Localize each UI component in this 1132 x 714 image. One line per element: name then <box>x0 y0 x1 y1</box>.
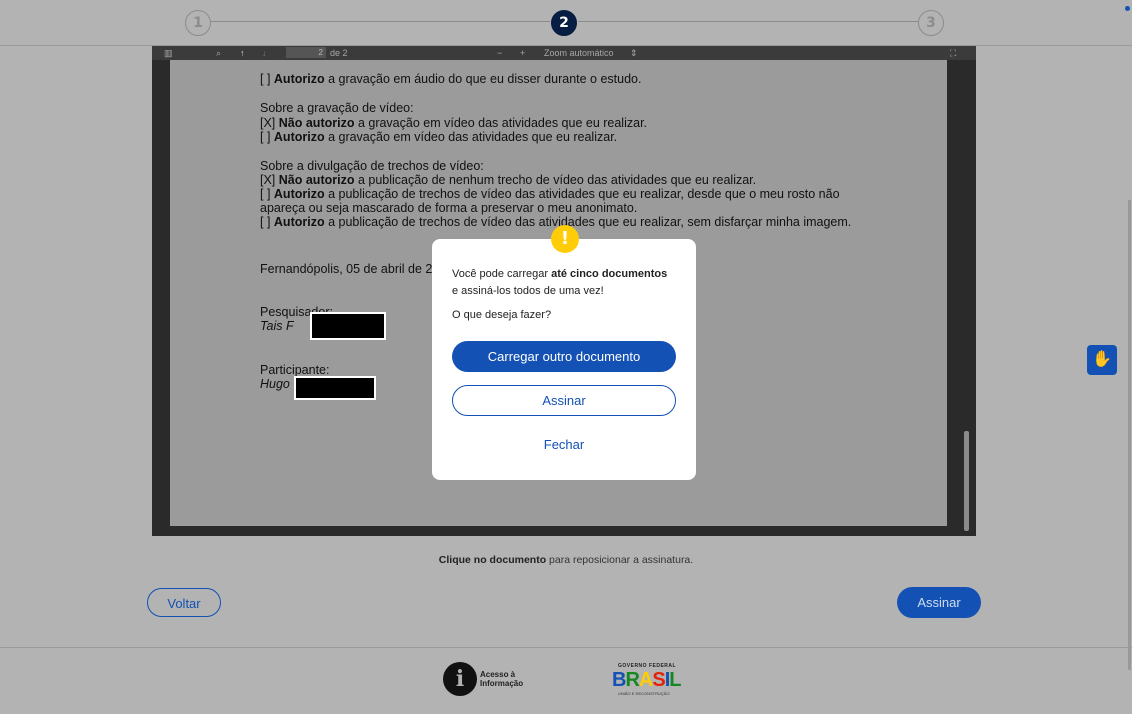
clips-masked-line-2: apareça ou seja mascarado de forma a pre… <box>260 201 638 215</box>
upload-more-dialog: Você pode carregar até cinco documentos … <box>432 239 696 480</box>
arrow-down-icon[interactable]: ↓ <box>262 47 267 59</box>
sidebar-toggle-icon[interactable]: ▥ <box>164 47 173 59</box>
dialog-sign-button[interactable]: Assinar <box>452 385 676 416</box>
brasil-logo[interactable]: BRASIL <box>612 670 682 690</box>
acesso-informacao-label[interactable]: Acesso à Informação <box>480 670 523 688</box>
video-heading: Sobre a gravação de vídeo: <box>260 101 414 115</box>
edge-indicator <box>1125 6 1130 11</box>
participant-label: Participante: <box>260 363 330 377</box>
upload-another-document-button[interactable]: Carregar outro documento <box>452 341 676 372</box>
pdf-toolbar: ▥ ⌕ ↑ ↓ 2 de 2 − + Zoom automático ⇕ ⛶ <box>152 46 976 60</box>
place-date: Fernandópolis, 05 de abril de 2 <box>260 262 433 276</box>
step-1: 1 <box>185 10 211 36</box>
redaction-box-participant <box>294 376 376 400</box>
dialog-question: O que deseja fazer? <box>452 309 552 321</box>
step-connector-2-3 <box>578 21 918 22</box>
search-icon[interactable]: ⌕ <box>216 47 221 59</box>
reposition-hint: Clique no documento para reposicionar a … <box>438 554 694 566</box>
dialog-message-line1: Você pode carregar até cinco documentos <box>452 268 668 280</box>
page-scrollbar[interactable] <box>1128 200 1131 670</box>
presentation-mode-icon[interactable]: ⛶ <box>950 47 956 59</box>
zoom-chevron-icon[interactable]: ⇕ <box>630 47 638 59</box>
clips-heading: Sobre a divulgação de trechos de vídeo: <box>260 159 484 173</box>
page-number-input[interactable]: 2 <box>286 47 326 58</box>
page-total-label: de 2 <box>330 48 348 58</box>
back-button[interactable]: Voltar <box>147 588 221 617</box>
audio-authorize-line: [ ] Autorizo a gravação em áudio do que … <box>260 72 642 86</box>
video-no-line: [X] Não autorizo a gravação em vídeo das… <box>260 116 648 130</box>
redaction-box-researcher <box>310 312 386 340</box>
zoom-out-button[interactable]: − <box>497 47 502 59</box>
warning-icon: ! <box>551 225 579 253</box>
zoom-in-button[interactable]: + <box>520 47 525 59</box>
researcher-name: Tais F <box>260 319 294 333</box>
clips-no-line: [X] Não autorizo a publicação de nenhum … <box>260 173 757 187</box>
participant-name: Hugo <box>260 377 290 391</box>
step-3: 3 <box>918 10 944 36</box>
info-access-icon[interactable]: i <box>443 662 477 696</box>
video-yes-line: [ ] Autorizo a gravação em vídeo das ati… <box>260 130 618 144</box>
sign-language-hand-icon[interactable]: ✋ <box>1087 345 1117 375</box>
step-connector-1-2 <box>210 21 550 22</box>
clips-masked-line: [ ] Autorizo a publicação de trechos de … <box>260 187 840 201</box>
progress-stepper: 1 2 3 <box>0 0 1132 46</box>
dialog-message-line2: e assiná-los todos de uma vez! <box>452 285 604 297</box>
footer-divider <box>0 647 1132 648</box>
arrow-up-icon[interactable]: ↑ <box>240 47 245 59</box>
sign-button[interactable]: Assinar <box>897 587 981 618</box>
pdf-scrollbar[interactable] <box>964 431 969 531</box>
dialog-close-button[interactable]: Fechar <box>452 435 676 455</box>
gov-slogan: UNIÃO E RECONSTRUÇÃO <box>618 691 670 696</box>
zoom-select[interactable]: Zoom automático <box>544 47 614 59</box>
step-2-current: 2 <box>551 10 577 36</box>
